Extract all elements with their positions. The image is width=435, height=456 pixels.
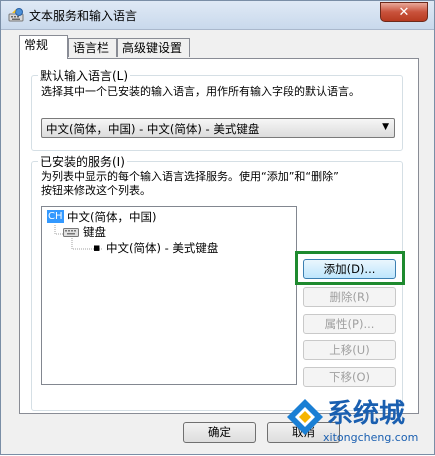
dropdown-arrow-icon: ▼ [382, 122, 389, 132]
keyboard-globe-icon [8, 8, 24, 22]
tree-item-service[interactable]: 中文(简体) - 美式键盘 [106, 240, 218, 256]
title-bar[interactable]: 文本服务和输入语言 ✕ [1, 1, 434, 30]
default-input-selected-value: 中文(简体，中国) - 中文(简体) - 美式键盘 [46, 122, 260, 136]
default-input-language-label: 默认输入语言(L) [38, 67, 131, 84]
installed-services-label: 已安装的服务(I) [38, 153, 127, 170]
installed-services-tree[interactable]: CH 中文(简体，中国) 键盘 ▪ 中文(简体) - 美式键盘 [41, 206, 297, 385]
tab-general[interactable]: 常规 [19, 35, 68, 59]
dialog-window: 文本服务和输入语言 ✕ 常规 语言栏 高级键设置 默认输入语言(L) 选择其中一… [0, 0, 435, 455]
tree-item-keyboard[interactable]: 键盘 [83, 224, 106, 240]
tab-advanced-key-settings[interactable]: 高级键设置 [117, 38, 190, 57]
properties-button[interactable]: 属性(P)... [303, 314, 396, 334]
watermark-brand: 系统城 [327, 399, 406, 429]
language-badge: CH [47, 210, 64, 223]
installed-services-description-line1: 为列表中显示的每个输入语言选择服务。使用“添加”和“删除” [41, 170, 339, 183]
add-button-highlight [295, 251, 405, 285]
default-input-language-select[interactable]: 中文(简体，中国) - 中文(简体) - 美式键盘 ▼ [41, 118, 395, 138]
close-button[interactable]: ✕ [380, 2, 428, 22]
tab-language-bar[interactable]: 语言栏 [68, 38, 117, 57]
window-title: 文本服务和输入语言 [29, 9, 138, 23]
ok-button[interactable]: 确定 [183, 422, 256, 443]
default-input-description: 选择其中一个已安装的输入语言，用作所有输入字段的默认语言。 [41, 85, 360, 98]
watermark-logo-icon [287, 399, 323, 435]
bullet-icon: ▪ [93, 241, 101, 254]
watermark-url: xitongcheng.com [323, 431, 419, 444]
tree-item-language[interactable]: 中文(简体，中国) [67, 209, 156, 225]
move-up-button[interactable]: 上移(U) [303, 340, 396, 360]
installed-services-description-line2: 按钮来修改这个列表。 [41, 184, 151, 197]
watermark: 系统城 xitongcheng.com [283, 391, 435, 456]
remove-button[interactable]: 删除(R) [303, 287, 396, 307]
move-down-button[interactable]: 下移(O) [303, 367, 396, 387]
keyboard-icon [63, 228, 79, 237]
